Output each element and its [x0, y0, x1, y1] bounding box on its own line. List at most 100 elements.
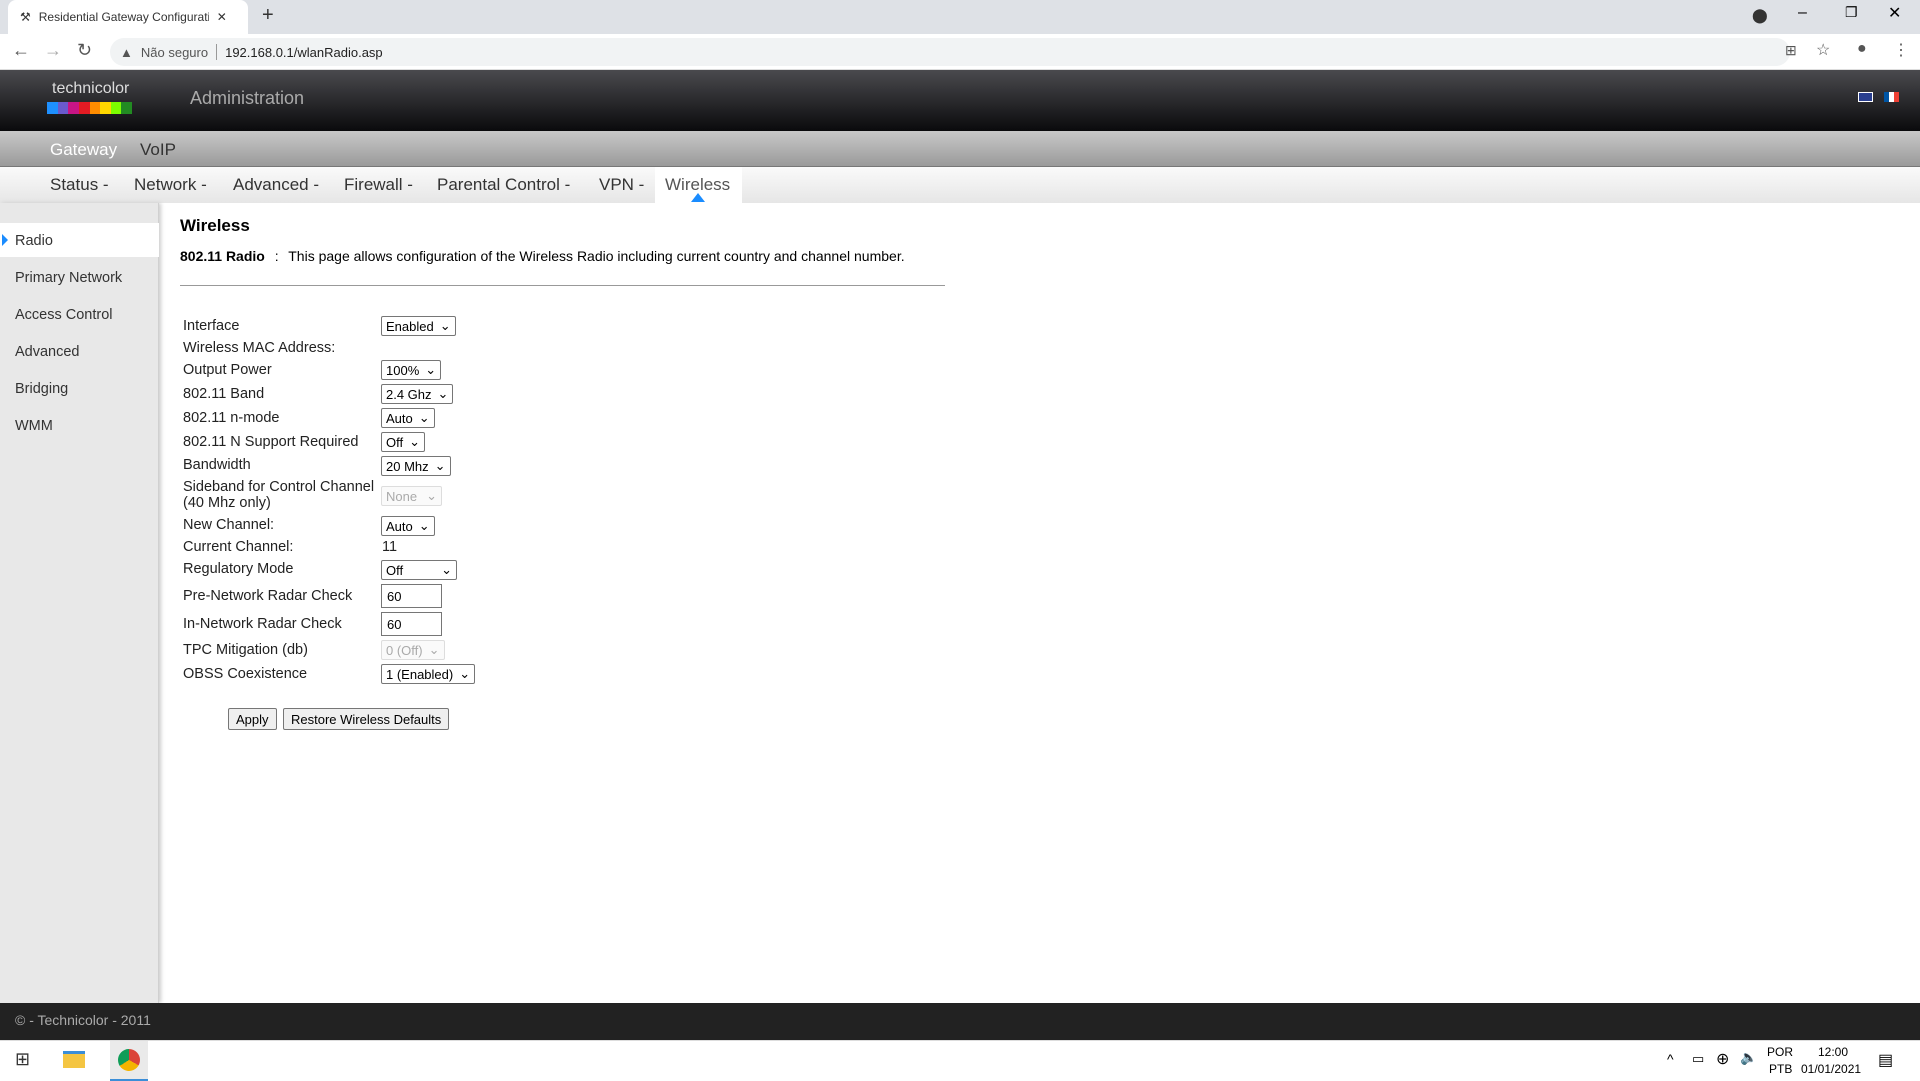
new-channel-select[interactable]: Auto ⌄ — [381, 516, 435, 536]
pre-radar-input[interactable]: 60 — [381, 584, 442, 608]
nmode-label: 802.11 n-mode — [183, 410, 280, 426]
network-icon[interactable]: ⊕ — [1716, 1049, 1729, 1069]
address-input[interactable]: ▲ Não seguro 192.168.0.1/wlanRadio.asp — [110, 38, 1790, 66]
sidebar-item-radio[interactable]: Radio — [0, 223, 159, 257]
close-tab-icon[interactable]: ✕ — [217, 10, 227, 24]
sideband-select: None ⌄ — [381, 486, 442, 506]
sideband-label: Sideband for Control Channel — [183, 479, 375, 495]
new-tab-button[interactable]: + — [262, 4, 274, 27]
menu-icon[interactable]: ⋮ — [1893, 40, 1909, 60]
nmode-select[interactable]: Auto ⌄ — [381, 408, 435, 428]
french-flag-icon[interactable] — [1884, 92, 1899, 102]
output-power-select[interactable]: 100% ⌄ — [381, 360, 442, 380]
section-title: 802.11 Radio — [180, 248, 265, 264]
tools-icon: ⚒ — [20, 10, 31, 24]
tab-network[interactable]: Network - — [134, 175, 207, 195]
tab-status[interactable]: Status - — [50, 175, 109, 195]
logo-color-bar — [47, 102, 132, 114]
chevron-down-icon: ⌄ — [418, 518, 430, 533]
sidebar-item-label: Access Control — [15, 307, 113, 323]
profile-icon[interactable]: ● — [1857, 40, 1867, 58]
clock-date[interactable]: 01/01/2021 — [1801, 1062, 1861, 1076]
chevron-down-icon: ⌄ — [437, 386, 449, 401]
tab-advanced[interactable]: Advanced - — [233, 175, 319, 195]
sidebar-item-bridging[interactable]: Bridging — [0, 371, 159, 405]
footer: © - Technicolor - 2011 — [0, 1003, 1920, 1040]
tab-title: Residential Gateway Configuration — [38, 10, 209, 24]
notifications-icon[interactable]: ▤ — [1878, 1050, 1893, 1070]
url-text: 192.168.0.1/wlanRadio.asp — [225, 44, 383, 60]
chrome-taskbar-button[interactable] — [110, 1041, 148, 1081]
restore-defaults-button[interactable]: Restore Wireless Defaults — [283, 708, 450, 730]
sidebar-item-label: Bridging — [15, 381, 69, 397]
interface-select[interactable]: Enabled ⌄ — [381, 316, 456, 336]
tab-vpn[interactable]: VPN - — [599, 175, 644, 195]
sidebar-item-primary-network[interactable]: Primary Network — [0, 260, 159, 294]
menu-gateway[interactable]: Gateway — [50, 140, 117, 160]
browser-tab[interactable]: ⚒ Residential Gateway Configuration ✕ — [8, 0, 248, 34]
top-menu: Gateway VoIP — [0, 131, 1920, 167]
band-select[interactable]: 2.4 Ghz ⌄ — [381, 384, 454, 404]
keyboard-layout[interactable]: PTB — [1769, 1062, 1792, 1076]
file-explorer-icon[interactable] — [63, 1051, 85, 1068]
regulatory-value: Off — [386, 562, 404, 578]
page-description: 802.11 Radio : This page allows configur… — [180, 248, 905, 264]
sidebar-item-label: WMM — [15, 418, 53, 434]
translate-icon[interactable]: ⊞ — [1785, 42, 1797, 59]
tpc-label: TPC Mitigation (db) — [183, 642, 308, 658]
nsupport-label: 802.11 N Support Required — [183, 434, 359, 450]
app-header: technicolor Administration — [0, 70, 1920, 131]
windows-start-icon[interactable]: ⊞ — [15, 1049, 30, 1070]
bandwidth-select[interactable]: 20 Mhz ⌄ — [381, 456, 451, 476]
sub-menu: Status - Network - Advanced - Firewall -… — [0, 167, 1920, 203]
output-power-value: 100% — [386, 362, 420, 378]
logo: technicolor — [52, 80, 130, 97]
chevron-down-icon: ⌄ — [425, 362, 437, 377]
back-icon[interactable]: ← — [12, 40, 30, 61]
tab-firewall[interactable]: Firewall - — [344, 175, 413, 195]
separator: : — [274, 248, 279, 264]
taskbar: ⊞ ^ ▭ ⊕ 🔈 POR PTB 12:00 01/01/2021 ▤ — [0, 1040, 1920, 1081]
description-text: This page allows configuration of the Wi… — [288, 248, 905, 264]
regulatory-select[interactable]: Off ⌄ — [381, 560, 457, 580]
warning-icon: ▲ — [120, 44, 133, 60]
new-channel-label: New Channel: — [183, 517, 275, 533]
active-arrow-icon — [2, 234, 8, 246]
battery-icon[interactable]: ▭ — [1692, 1051, 1704, 1067]
sidebar: Radio Primary Network Access Control Adv… — [0, 203, 159, 1003]
show-hidden-icons[interactable]: ^ — [1667, 1051, 1674, 1067]
in-radar-label: In-Network Radar Check — [183, 616, 342, 632]
restore-button[interactable]: ❐ — [1845, 4, 1858, 21]
tab-search-icon[interactable]: ⬤ — [1752, 7, 1768, 24]
sidebar-item-label: Primary Network — [15, 270, 123, 286]
sidebar-item-access-control[interactable]: Access Control — [0, 297, 159, 331]
menu-voip[interactable]: VoIP — [140, 140, 176, 160]
nsupport-select[interactable]: Off ⌄ — [381, 432, 426, 452]
close-window-button[interactable]: ✕ — [1888, 3, 1901, 23]
new-channel-value: Auto — [386, 518, 413, 534]
security-label[interactable]: Não seguro — [141, 45, 208, 60]
apply-button[interactable]: Apply — [228, 708, 277, 730]
interface-value: Enabled — [386, 318, 434, 334]
forward-icon[interactable]: → — [44, 40, 62, 61]
page-title: Wireless — [180, 216, 250, 235]
star-icon[interactable]: ☆ — [1816, 40, 1830, 60]
reload-icon[interactable]: ↻ — [77, 40, 92, 61]
minimize-button[interactable]: – — [1798, 4, 1807, 22]
in-radar-input[interactable]: 60 — [381, 612, 442, 636]
sidebar-item-wmm[interactable]: WMM — [0, 408, 159, 442]
tab-parental-control[interactable]: Parental Control - — [437, 175, 570, 195]
sidebar-item-advanced[interactable]: Advanced — [0, 334, 159, 368]
chevron-down-icon: ⌄ — [426, 488, 437, 503]
tab-wireless[interactable]: Wireless — [665, 175, 730, 195]
pre-radar-label: Pre-Network Radar Check — [183, 588, 353, 604]
language-indicator[interactable]: POR — [1767, 1045, 1793, 1059]
english-flag-icon[interactable] — [1858, 92, 1873, 102]
chevron-down-icon: ⌄ — [409, 434, 421, 449]
sideband-label-note: (40 Mhz only) — [183, 495, 271, 511]
chrome-icon — [118, 1049, 140, 1071]
volume-icon[interactable]: 🔈 — [1740, 1049, 1757, 1066]
divider — [180, 285, 945, 286]
obss-select[interactable]: 1 (Enabled) ⌄ — [381, 664, 476, 684]
clock-time[interactable]: 12:00 — [1818, 1045, 1848, 1059]
